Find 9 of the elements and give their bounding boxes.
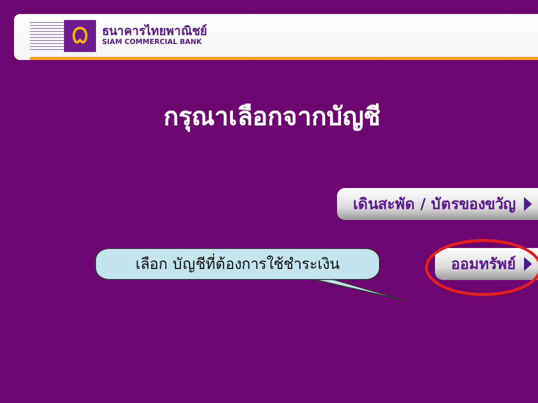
callout-text: เลือก บัญชีที่ต้องการใช้ชำระเงิน xyxy=(136,252,340,275)
account-option-button[interactable]: ออมทรัพย์ xyxy=(435,248,538,280)
screen-title: กรุณาเลือกจากบัญชี xyxy=(162,101,382,134)
logo-stripes xyxy=(30,22,64,50)
arrow-right-icon xyxy=(524,197,532,211)
bank-name: ธนาคารไทยพาณิชย์ xyxy=(102,24,207,38)
arrow-right-icon xyxy=(524,257,532,271)
bank-logo-icon xyxy=(64,20,96,52)
account-option-button[interactable]: เดินสะพัด / บัตรของขวัญ xyxy=(337,188,538,220)
